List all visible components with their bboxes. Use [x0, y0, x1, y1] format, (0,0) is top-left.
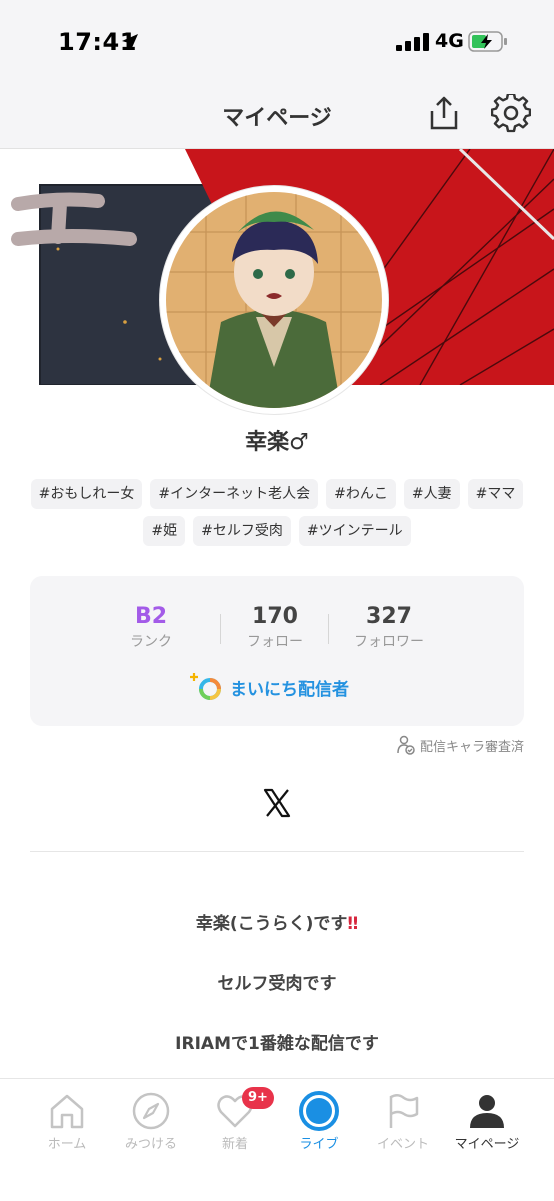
bio-line-2: セルフ受肉です [217, 974, 337, 994]
tag-chip[interactable]: #インターネット老人会 [150, 479, 319, 509]
character-review-status: 配信キャラ審査済 [396, 735, 524, 755]
network-type: 4G [435, 30, 464, 52]
gear-icon[interactable] [491, 94, 531, 134]
follow-count: 170 [252, 604, 298, 629]
rank-stat[interactable]: B2 ランク [96, 604, 206, 651]
daily-streamer-label: まいにち配信者 [230, 679, 349, 700]
live-circle-icon [299, 1091, 339, 1131]
rainbow-ring-icon [190, 673, 221, 700]
page-header: マイページ [0, 80, 554, 149]
follow-label: フォロー [247, 634, 303, 650]
tag-chip[interactable]: #人妻 [403, 479, 460, 509]
location-arrow-icon [122, 34, 138, 50]
battery-charging-icon [468, 31, 507, 52]
bio-text: 幸楽(こうらく)です [195, 914, 348, 934]
tag-chip[interactable]: #ツインテール [298, 516, 411, 546]
tab-new[interactable]: 9+ 新着 [190, 1087, 280, 1152]
tab-label: ホーム [47, 1137, 87, 1152]
notification-badge: 9+ [242, 1087, 274, 1109]
stats-card: B2 ランク 170 フォロー 327 フォロワー まいにち配信者 [30, 576, 524, 726]
daily-streamer-badge[interactable]: まいにち配信者 [190, 672, 349, 702]
tag-chip[interactable]: #おもしれー女 [30, 479, 143, 509]
tab-label: 新着 [221, 1137, 248, 1152]
status-bar: 17:41 4G [0, 0, 554, 80]
profile-name: 幸楽♂ [245, 430, 309, 455]
tag-chip[interactable]: #セルフ受肉 [193, 516, 291, 546]
follow-stat[interactable]: 170 フォロー [220, 604, 330, 651]
tag-list-row1: #おもしれー女 #インターネット老人会 #わんこ #人妻 #ママ [30, 479, 524, 509]
tab-event[interactable]: イベント [358, 1091, 448, 1152]
tab-live[interactable]: ライブ [274, 1091, 364, 1152]
user-icon [470, 1095, 504, 1128]
verified-character-icon [397, 735, 415, 755]
page-title: マイページ [222, 106, 332, 131]
tag-chip[interactable]: #ママ [467, 479, 524, 509]
tag-chip[interactable]: #姫 [143, 516, 186, 546]
tag-list-row2: #姫 #セルフ受肉 #ツインテール [30, 516, 524, 546]
home-icon [50, 1094, 84, 1129]
tab-label: マイページ [454, 1137, 520, 1152]
avatar-illustration [166, 192, 382, 408]
section-divider [30, 851, 524, 852]
compass-icon [132, 1092, 170, 1130]
rank-value: B2 [134, 604, 168, 629]
rank-label: ランク [130, 634, 172, 650]
follower-label: フォロワー [354, 634, 424, 650]
profile-avatar[interactable] [160, 186, 388, 414]
x-social-icon[interactable] [262, 788, 292, 818]
follower-stat[interactable]: 327 フォロワー [334, 604, 444, 651]
bio-line-3: IRIAMで1番雑な配信です [175, 1034, 379, 1054]
tab-mypage[interactable]: マイページ [442, 1091, 532, 1152]
review-label: 配信キャラ審査済 [419, 739, 524, 755]
signal-icon [396, 33, 429, 51]
follower-count: 327 [366, 604, 412, 629]
exclamation-mark: ‼ [347, 914, 359, 934]
bio-line-1: 幸楽(こうらく)です‼ [0, 909, 554, 934]
tab-label: ライブ [299, 1137, 339, 1152]
stat-divider [328, 614, 329, 644]
tab-discover[interactable]: みつける [106, 1091, 196, 1152]
flag-icon [389, 1094, 419, 1128]
bottom-tab-bar: ホーム みつける 9+ 新着 ライブ イベント マイページ [0, 1078, 554, 1201]
tag-chip[interactable]: #わんこ [326, 479, 396, 509]
tab-label: イベント [376, 1137, 429, 1152]
tab-home[interactable]: ホーム [22, 1091, 112, 1152]
share-icon[interactable] [425, 94, 463, 132]
tab-label: みつける [124, 1137, 177, 1152]
